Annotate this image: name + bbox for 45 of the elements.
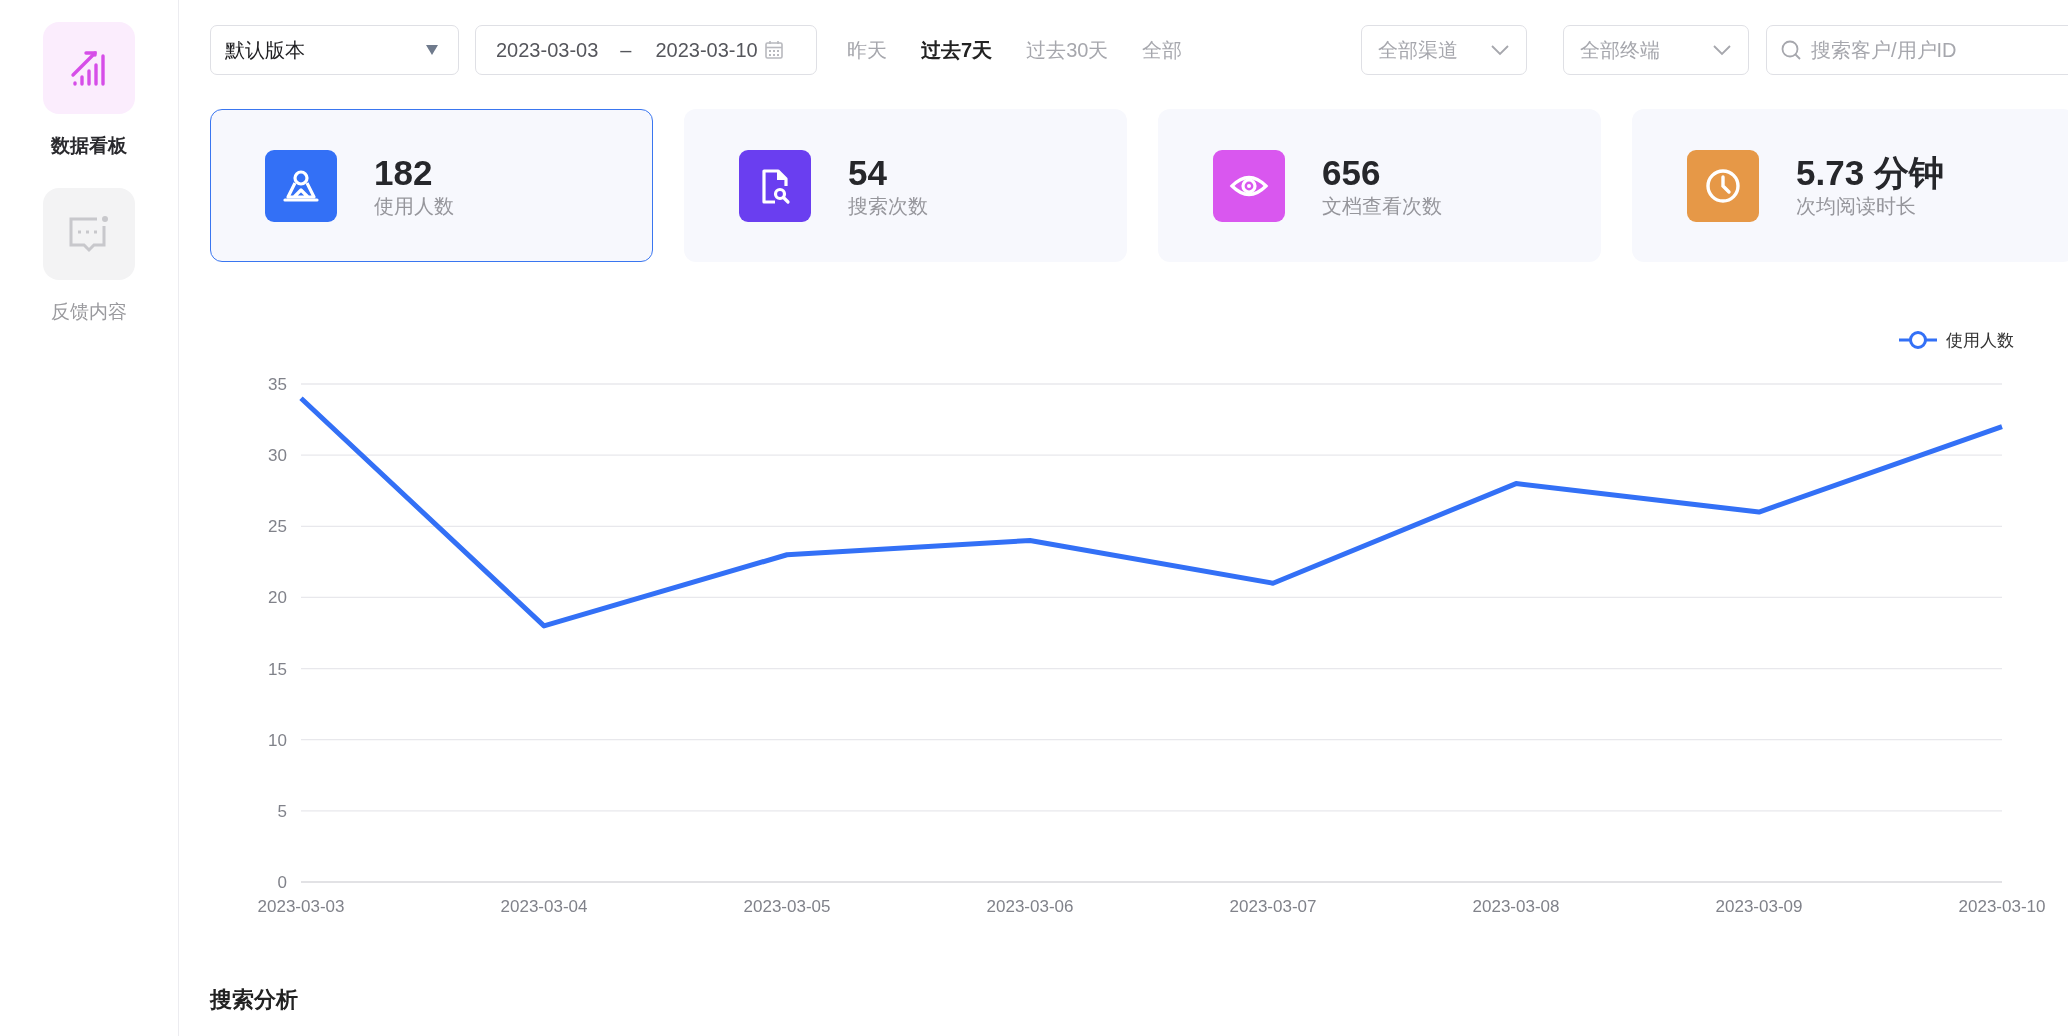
- stat-label: 搜索次数: [848, 193, 928, 219]
- range-separator: –: [620, 38, 632, 62]
- search-icon: [1780, 39, 1802, 61]
- sidebar-item[interactable]: [43, 22, 135, 114]
- message-icon: [67, 214, 111, 254]
- y-tick-label: 15: [268, 659, 287, 679]
- stat-card[interactable]: 5.73 分钟 次均阅读时长: [1632, 109, 2068, 262]
- legend-label: 使用人数: [1946, 329, 2014, 352]
- date-range-tab[interactable]: 过去7天: [909, 36, 1005, 64]
- x-tick-label: 2023-03-06: [986, 897, 1074, 916]
- y-tick-label: 25: [268, 517, 287, 537]
- y-tick-label: 0: [277, 873, 287, 892]
- x-tick-label: 2023-03-09: [1715, 897, 1803, 916]
- start-date[interactable]: 2023-03-03: [496, 38, 599, 62]
- section-title: 搜索分析: [210, 986, 299, 1014]
- stat-value: 54: [848, 152, 888, 193]
- stat-value: 656: [1322, 152, 1382, 193]
- x-tick-label: 2023-03-07: [1229, 897, 1317, 916]
- stat-label: 文档查看次数: [1322, 193, 1442, 219]
- stat-label: 使用人数: [374, 193, 454, 219]
- y-tick-label: 20: [268, 588, 287, 608]
- y-tick-label: 30: [268, 446, 287, 466]
- stat-card[interactable]: 656 文档查看次数: [1158, 109, 1601, 262]
- x-tick-label: 2023-03-10: [1958, 897, 2046, 916]
- stat-value: 5.73 分钟: [1796, 152, 1944, 193]
- version-select[interactable]: 默认版本: [210, 25, 459, 75]
- stat-label: 次均阅读时长: [1796, 193, 1917, 219]
- y-tick-label: 10: [268, 730, 287, 750]
- calendar-icon: [763, 40, 784, 60]
- y-tick-label: 35: [268, 375, 287, 394]
- x-tick-label: 2023-03-05: [743, 897, 831, 916]
- chevron-down-icon: [1712, 44, 1732, 56]
- caret-icon: [426, 45, 438, 55]
- stat-card[interactable]: 182 使用人数: [210, 109, 653, 262]
- stat-card[interactable]: 54 搜索次数: [684, 109, 1127, 262]
- search-field[interactable]: 搜索客户/用户ID: [1766, 25, 2068, 75]
- chevron-down-icon: [1490, 44, 1510, 56]
- end-date[interactable]: 2023-03-10: [655, 38, 758, 62]
- x-tick-label: 2023-03-08: [1472, 897, 1560, 916]
- x-tick-label: 2023-03-03: [257, 897, 345, 916]
- stat-value: 182: [374, 152, 434, 193]
- date-range-picker[interactable]: 2023-03-03 – 2023-03-10: [475, 25, 817, 75]
- y-tick-label: 5: [277, 801, 287, 821]
- sidebar-label[interactable]: 数据看板: [51, 134, 127, 158]
- x-tick-label: 2023-03-04: [500, 897, 588, 916]
